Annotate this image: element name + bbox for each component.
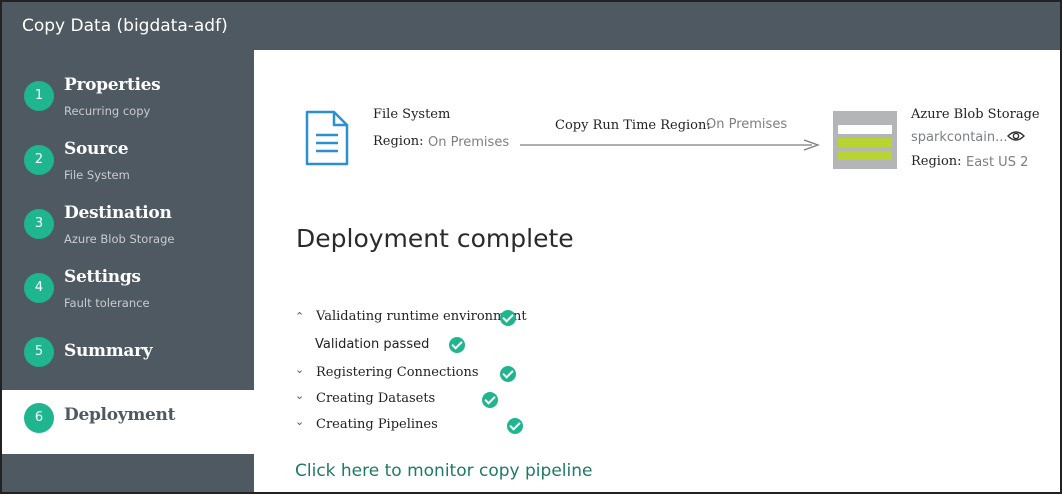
chevron-down-icon[interactable]: ⌄	[295, 415, 304, 428]
checkmark-icon	[482, 391, 499, 408]
step-sublabel: Azure Blob Storage	[64, 232, 175, 246]
step-label: Summary	[64, 341, 153, 361]
runtime-region-label: Copy Run Time Region:	[555, 118, 711, 133]
source-region-value: On Premises	[428, 135, 510, 150]
task-label[interactable]: Creating Pipelines	[316, 417, 438, 432]
deployment-status-heading: Deployment complete	[296, 224, 574, 253]
step-destination[interactable]: 3 Destination Azure Blob Storage	[2, 190, 254, 254]
step-label: Properties	[64, 75, 161, 95]
destination-name: Azure Blob Storage	[911, 107, 1040, 122]
chevron-down-icon[interactable]: ⌄	[295, 389, 304, 402]
checkmark-icon	[499, 365, 516, 382]
task-label[interactable]: Registering Connections	[316, 365, 479, 380]
main-content: File System Region: On Premises Copy Run…	[254, 50, 1060, 492]
destination-region-label: Region:	[911, 154, 962, 169]
task-label[interactable]: Creating Datasets	[316, 391, 435, 406]
task-label[interactable]: Validating runtime environment	[316, 309, 527, 324]
step-number-badge: 5	[24, 337, 54, 367]
step-properties[interactable]: 1 Properties Recurring copy	[2, 62, 254, 126]
monitor-pipeline-link[interactable]: Click here to monitor copy pipeline	[295, 461, 592, 481]
step-source[interactable]: 2 Source File System	[2, 126, 254, 190]
blob-storage-icon	[833, 111, 897, 169]
step-number-badge: 6	[24, 403, 54, 433]
step-number-badge: 4	[24, 273, 54, 303]
step-deployment[interactable]: 6 Deployment	[2, 390, 254, 454]
checkmark-icon	[500, 309, 516, 326]
window-title: Copy Data (bigdata-adf)	[2, 2, 1060, 50]
destination-region-value: East US 2	[966, 155, 1029, 170]
step-settings[interactable]: 4 Settings Fault tolerance	[2, 254, 254, 318]
source-region-label: Region:	[373, 134, 424, 149]
step-label: Destination	[64, 203, 172, 223]
step-number-badge: 1	[24, 81, 54, 111]
step-sublabel: Recurring copy	[64, 104, 151, 118]
step-sublabel: File System	[64, 168, 130, 182]
checkmark-icon	[449, 336, 466, 353]
step-label: Deployment	[64, 405, 176, 425]
step-number-badge: 2	[24, 145, 54, 175]
app-window: Copy Data (bigdata-adf) 1 Properties Rec…	[0, 0, 1062, 494]
runtime-region-value: On Premises	[706, 117, 788, 132]
destination-container: sparkcontain...	[911, 130, 1008, 145]
task-detail: Validation passed	[315, 337, 430, 352]
checkmark-icon	[506, 417, 523, 434]
source-name: File System	[373, 107, 451, 122]
flow-arrow	[520, 139, 820, 151]
step-summary[interactable]: 5 Summary	[2, 318, 254, 382]
step-number-badge: 3	[24, 209, 54, 239]
document-icon	[305, 110, 349, 166]
step-sublabel: Fault tolerance	[64, 296, 150, 310]
step-label: Source	[64, 139, 129, 159]
chevron-up-icon[interactable]: ⌃	[295, 310, 304, 323]
eye-icon[interactable]	[1007, 130, 1025, 142]
step-label: Settings	[64, 267, 141, 287]
wizard-sidebar: 1 Properties Recurring copy 2 Source Fil…	[2, 50, 254, 492]
chevron-down-icon[interactable]: ⌄	[295, 363, 304, 376]
